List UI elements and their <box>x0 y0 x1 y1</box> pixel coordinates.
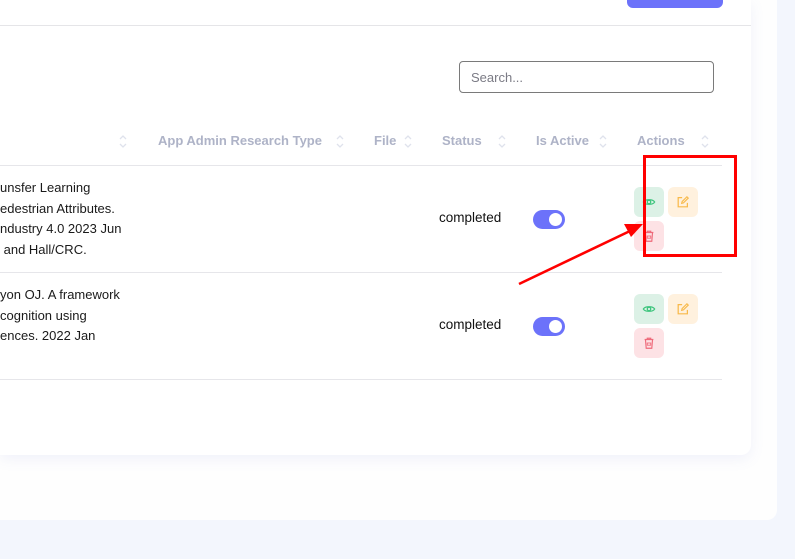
citation-line: and Hall/CRC. <box>0 241 87 257</box>
eye-icon <box>642 306 656 312</box>
trash-icon <box>644 230 654 242</box>
status-text: completed <box>439 210 502 225</box>
edit-button[interactable] <box>668 187 698 217</box>
delete-button[interactable] <box>634 328 664 358</box>
header-divider <box>0 165 722 166</box>
edit-button[interactable] <box>668 294 698 324</box>
citation-line: yon OJ. A framework <box>0 287 120 302</box>
citation-line: edestrian Attributes. <box>0 200 115 216</box>
column-header-status[interactable]: Status <box>442 133 482 148</box>
sort-updown-icon[interactable] <box>497 133 507 150</box>
is-active-toggle[interactable] <box>533 210 565 229</box>
primary-action-button[interactable] <box>627 0 723 8</box>
table-card: App Admin Research Type File Status Is A… <box>0 0 751 455</box>
citation-line: unsfer Learning <box>0 180 91 195</box>
citation-line: ndustry 4.0 2023 Jun <box>0 221 122 236</box>
citation-cell: yon OJ. A framework cognition using ence… <box>0 285 120 347</box>
toggle-knob <box>549 213 562 226</box>
is-active-toggle[interactable] <box>533 317 565 336</box>
view-button[interactable] <box>634 294 664 324</box>
sort-updown-icon[interactable] <box>335 133 345 150</box>
trash-icon <box>644 337 654 349</box>
sort-updown-icon[interactable] <box>118 133 128 150</box>
column-header-actions: Actions <box>637 133 685 148</box>
search-input[interactable] <box>459 61 714 93</box>
row-divider <box>0 272 722 273</box>
sort-updown-icon[interactable] <box>598 133 608 150</box>
row-divider <box>0 379 722 380</box>
sort-updown-icon[interactable] <box>700 133 710 150</box>
column-header-file[interactable]: File <box>374 133 396 148</box>
sort-updown-icon[interactable] <box>403 133 413 150</box>
citation-line: cognition using <box>0 307 87 323</box>
card-header-divider <box>0 25 751 26</box>
toggle-knob <box>549 320 562 333</box>
citation-line: ences. 2022 Jan <box>0 328 96 343</box>
view-button[interactable] <box>634 187 664 217</box>
edit-icon <box>677 302 690 315</box>
delete-button[interactable] <box>634 221 664 251</box>
column-header-research-type[interactable]: App Admin Research Type <box>158 133 322 148</box>
column-header-is-active[interactable]: Is Active <box>536 133 589 148</box>
citation-cell: unsfer Learning edestrian Attributes. nd… <box>0 178 121 260</box>
status-text: completed <box>439 317 502 332</box>
edit-icon <box>677 195 690 208</box>
eye-icon <box>642 199 656 205</box>
